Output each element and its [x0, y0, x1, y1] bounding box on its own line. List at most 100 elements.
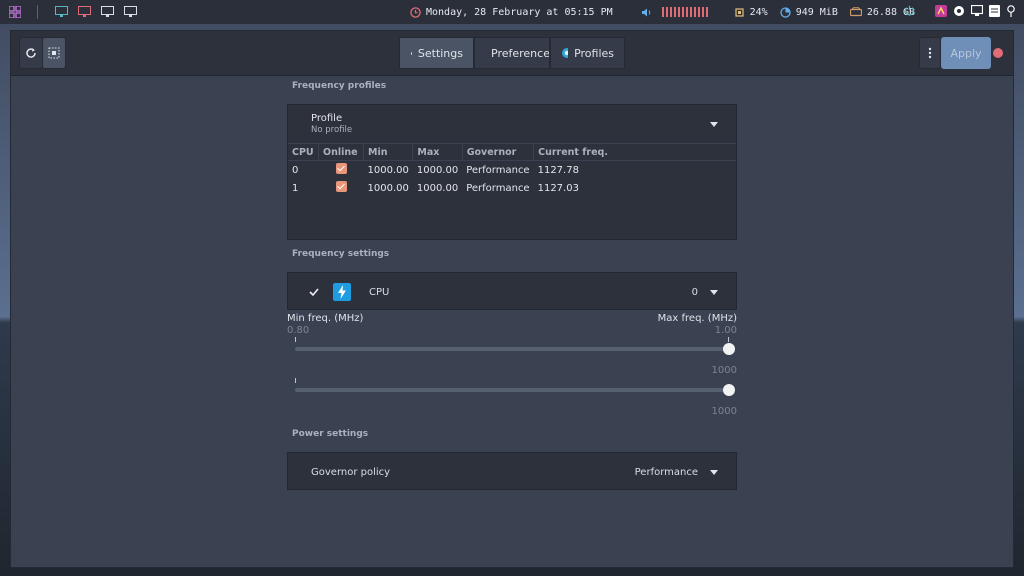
cpu-icon: [735, 7, 744, 17]
memory-icon: [780, 6, 791, 18]
power-settings-card: Governor policy Performance: [287, 452, 737, 490]
power-icon[interactable]: [904, 5, 915, 19]
cell-governor: Performance: [466, 182, 530, 194]
governor-policy-label: Governor policy: [311, 466, 391, 478]
min-slider-value-row: 1000: [287, 358, 737, 377]
col-header-governor[interactable]: Governor: [462, 144, 535, 161]
cpu-table-container: CPU Online Min Max Governor Current freq…: [288, 143, 736, 197]
app-tray-icon[interactable]: [935, 4, 947, 20]
clock-widget[interactable]: Monday, 28 February at 05:15 PM: [410, 7, 613, 18]
tab-settings-label: Settings: [417, 46, 463, 60]
tab-profiles[interactable]: Profiles: [550, 37, 625, 69]
refresh-icon: [26, 48, 36, 58]
cell-max: 1000.00: [416, 164, 459, 176]
cell-online: [319, 179, 364, 197]
max-freq-slider-handle[interactable]: [723, 384, 735, 396]
scale-max-value: 1.00: [714, 325, 737, 336]
slider-tick: [295, 337, 296, 342]
separator: [37, 5, 38, 19]
max-freq-value: 1000: [711, 406, 737, 417]
cell-governor: Performance: [466, 164, 530, 176]
header-bar: Settings Preferences Profiles Apply: [11, 31, 1013, 76]
cell-min: 1000.00: [367, 164, 409, 176]
memory-widget[interactable]: 949 MiB: [780, 7, 838, 18]
view-switcher: Settings Preferences Profiles: [399, 37, 625, 69]
settings-tray-icon[interactable]: [953, 5, 965, 20]
frequency-settings-title: Frequency settings: [292, 249, 390, 259]
table-header-row: CPU Online Min Max Governor Current freq…: [288, 144, 736, 161]
cell-cpu: 1: [292, 182, 299, 194]
col-header-cpu[interactable]: CPU: [288, 144, 319, 161]
max-slider-value-row: 1000: [287, 399, 737, 418]
cpu-frequency-window: Settings Preferences Profiles Apply Freq…: [10, 30, 1014, 568]
tab-profiles-label: Profiles: [574, 46, 614, 60]
cpu-combo[interactable]: CPU 0: [288, 273, 736, 311]
volume-widget[interactable]: [641, 7, 708, 18]
profile-combo[interactable]: Profile No profile: [288, 105, 736, 143]
governor-policy-value: Performance: [634, 466, 698, 478]
refresh-button[interactable]: [19, 37, 43, 69]
max-freq-label: Max freq. (MHz): [657, 313, 737, 324]
volume-bars: [661, 7, 708, 17]
select-icon: [48, 47, 60, 59]
col-header-min[interactable]: Min: [363, 144, 414, 161]
app-grid-icon[interactable]: [7, 4, 23, 20]
apply-button[interactable]: Apply: [941, 37, 991, 69]
governor-policy-combo[interactable]: Governor policy Performance: [288, 453, 736, 491]
checkmark-icon[interactable]: [309, 287, 319, 297]
cpu-percent: 24%: [749, 6, 768, 18]
profiles-icon: [562, 48, 569, 58]
min-freq-slider-handle[interactable]: [723, 343, 735, 355]
cpu-select-card: CPU 0: [287, 272, 737, 310]
min-freq-label: Min freq. (MHz): [287, 313, 364, 324]
min-freq-value: 1000: [711, 365, 737, 376]
table-row[interactable]: 1 1000.00 1000.00 Performance 1127.03: [288, 179, 736, 197]
main-content: Frequency profiles Profile No profile CP…: [287, 75, 737, 490]
profile-value: No profile: [311, 125, 353, 135]
gear-icon: [411, 50, 412, 56]
online-checkbox[interactable]: [335, 181, 347, 192]
chevron-down-icon: [710, 122, 718, 127]
cell-cpu: 0: [292, 164, 299, 176]
workspace-4-icon[interactable]: [122, 4, 138, 20]
frequency-profiles-card: Profile No profile CPU Online Min Max Go…: [287, 104, 737, 240]
notes-tray-icon[interactable]: [989, 4, 1000, 20]
cell-current-freq: 1127.03: [537, 182, 579, 194]
online-checkbox[interactable]: [335, 163, 347, 174]
memory-text: 949 MiB: [795, 6, 838, 18]
cell-max: 1000.00: [416, 182, 459, 194]
power-settings-title: Power settings: [292, 429, 369, 439]
col-header-online[interactable]: Online: [318, 144, 364, 161]
select-button[interactable]: [42, 37, 66, 69]
chevron-down-icon: [710, 290, 718, 295]
tab-preferences[interactable]: Preferences: [474, 37, 550, 69]
kebab-menu-icon: [928, 47, 932, 59]
max-freq-slider[interactable]: [295, 378, 735, 396]
workspace-3-icon[interactable]: [99, 4, 115, 20]
tab-preferences-label: Preferences: [491, 46, 550, 60]
frequency-profiles-title: Frequency profiles: [292, 81, 387, 91]
workspace-1-icon[interactable]: [53, 4, 69, 20]
table-row[interactable]: 0 1000.00 1000.00 Performance 1127.78: [288, 161, 736, 180]
min-freq-slider[interactable]: [295, 337, 735, 355]
location-tray-icon[interactable]: [1006, 4, 1016, 20]
scale-min-value: 0.80: [287, 325, 310, 336]
volume-icon: [641, 8, 650, 16]
col-header-max[interactable]: Max: [412, 144, 463, 161]
freq-slider-area: Min freq. (MHz) Max freq. (MHz) 0.80 1.0…: [287, 313, 737, 418]
slider-tick: [728, 337, 729, 342]
slider-tick: [295, 378, 296, 383]
cell-current-freq: 1127.78: [537, 164, 579, 176]
scale-labels: 0.80 1.00: [287, 325, 737, 336]
profile-label: Profile: [311, 113, 343, 124]
workspace-2-icon[interactable]: [76, 4, 92, 20]
top-panel: Monday, 28 February at 05:15 PM 24% 949 …: [0, 0, 1024, 24]
cpu-table: CPU Online Min Max Governor Current freq…: [288, 144, 736, 197]
tab-settings[interactable]: Settings: [399, 37, 474, 69]
cpu-widget[interactable]: 24%: [734, 7, 768, 18]
screen-tray-icon[interactable]: [970, 4, 984, 19]
clock-icon: [410, 6, 421, 18]
menu-button[interactable]: [919, 37, 941, 69]
col-header-current-freq[interactable]: Current freq.: [533, 144, 736, 161]
cpu-value: 0: [691, 286, 698, 298]
